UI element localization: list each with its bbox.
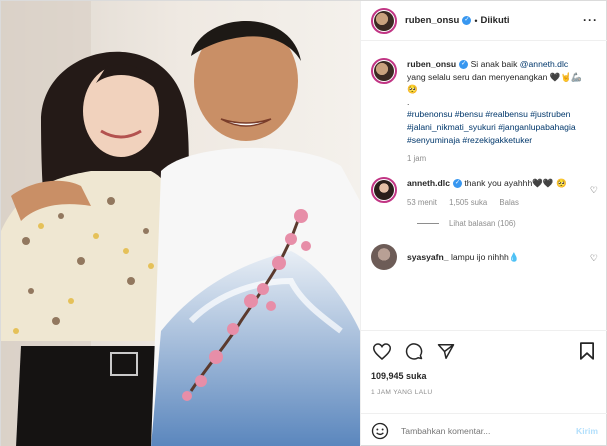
view-replies-button[interactable]: Lihat balasan (106) — [417, 219, 598, 228]
photo-illustration — [1, 1, 360, 446]
caption: ruben_onsu ✓ Si anak baik @anneth.dlc yan… — [371, 58, 598, 163]
caption-text: ruben_onsu ✓ Si anak baik @anneth.dlc yan… — [407, 58, 585, 146]
post-actions: 109,945 suka 1 JAM YANG LALU — [361, 330, 607, 396]
author-username[interactable]: ruben_onsu — [405, 15, 459, 26]
caption-text-end: yang selalu seru dan menyenangkan 🖤🤘🦾🥺 — [407, 71, 582, 95]
action-icons — [371, 339, 598, 363]
verified-badge-icon: ✓ — [452, 179, 462, 189]
comment-body: lampu ijo nihhh💧 — [448, 251, 520, 262]
post-timestamp[interactable]: 1 JAM YANG LALU — [371, 389, 598, 396]
view-replies-label: Lihat balasan (106) — [449, 218, 516, 228]
comment-time[interactable]: 53 menit — [407, 198, 437, 207]
author-avatar[interactable] — [371, 7, 397, 34]
replies-line — [417, 222, 439, 224]
bookmark-save-icon[interactable] — [576, 340, 598, 362]
comment-item: syasyafn_ lampu ijo nihhh💧 ♡ — [371, 243, 598, 270]
post-header: ruben_onsu ✓ • Diikuti ··· — [361, 1, 607, 41]
comment-likes[interactable]: 1,505 suka — [449, 198, 487, 207]
comment-item: anneth.dlc ✓ thank you ayahhh🖤🖤 🥺 53 meni… — [371, 177, 598, 207]
comment-text: syasyafn_ lampu ijo nihhh💧 — [407, 251, 585, 264]
comment-like-heart-icon[interactable]: ♡ — [590, 185, 598, 196]
more-horizontal-icon[interactable]: ··· — [583, 13, 598, 27]
caption-hashtags[interactable]: #rubenonsu #bensu #realbensu #justruben … — [407, 109, 576, 144]
separator-dot: • — [474, 15, 478, 26]
emoji-smiley-icon[interactable] — [371, 421, 391, 441]
share-send-icon[interactable] — [435, 340, 457, 362]
post-side-panel: ruben_onsu ✓ • Diikuti ··· ruben_onsu ✓ S… — [360, 1, 607, 446]
comment-reply-button[interactable]: Balas — [499, 198, 519, 207]
commenter-avatar[interactable] — [371, 177, 397, 204]
commenter-avatar[interactable] — [371, 243, 397, 270]
comment-meta: 53 menit 1,505 suka Balas — [407, 198, 585, 207]
caption-mention[interactable]: @anneth.dlc — [520, 59, 568, 69]
like-heart-icon[interactable] — [371, 340, 393, 362]
add-comment-bar: Kirim — [361, 413, 607, 446]
comment-username[interactable]: anneth.dlc — [407, 178, 450, 188]
caption-author-avatar[interactable] — [371, 58, 397, 84]
add-comment-input[interactable] — [401, 425, 577, 436]
caption-meta: 1 jam — [407, 154, 585, 163]
likes-count[interactable]: 109,945 suka — [371, 371, 598, 381]
post-comment-button[interactable]: Kirim — [576, 426, 598, 436]
caption-username[interactable]: ruben_onsu — [407, 59, 456, 69]
comment-bubble-icon[interactable] — [403, 340, 425, 362]
comments-list: ruben_onsu ✓ Si anak baik @anneth.dlc yan… — [361, 42, 607, 330]
caption-time[interactable]: 1 jam — [407, 154, 426, 163]
post-photo[interactable] — [1, 1, 360, 446]
comment-text: anneth.dlc ✓ thank you ayahhh🖤🖤 🥺 — [407, 177, 585, 190]
comment-username[interactable]: syasyafn_ — [407, 252, 449, 262]
comment-body: thank you ayahhh🖤🖤 🥺 — [461, 178, 567, 189]
instagram-post: ruben_onsu ✓ • Diikuti ··· ruben_onsu ✓ S… — [0, 0, 607, 446]
caption-dot: . — [407, 96, 410, 107]
comment-like-heart-icon[interactable]: ♡ — [590, 253, 598, 264]
verified-badge-icon: ✓ — [459, 60, 469, 70]
verified-badge-icon: ✓ — [462, 16, 472, 25]
caption-text-start: Si anak baik — [468, 59, 520, 69]
follow-status-button[interactable]: Diikuti — [481, 15, 510, 26]
